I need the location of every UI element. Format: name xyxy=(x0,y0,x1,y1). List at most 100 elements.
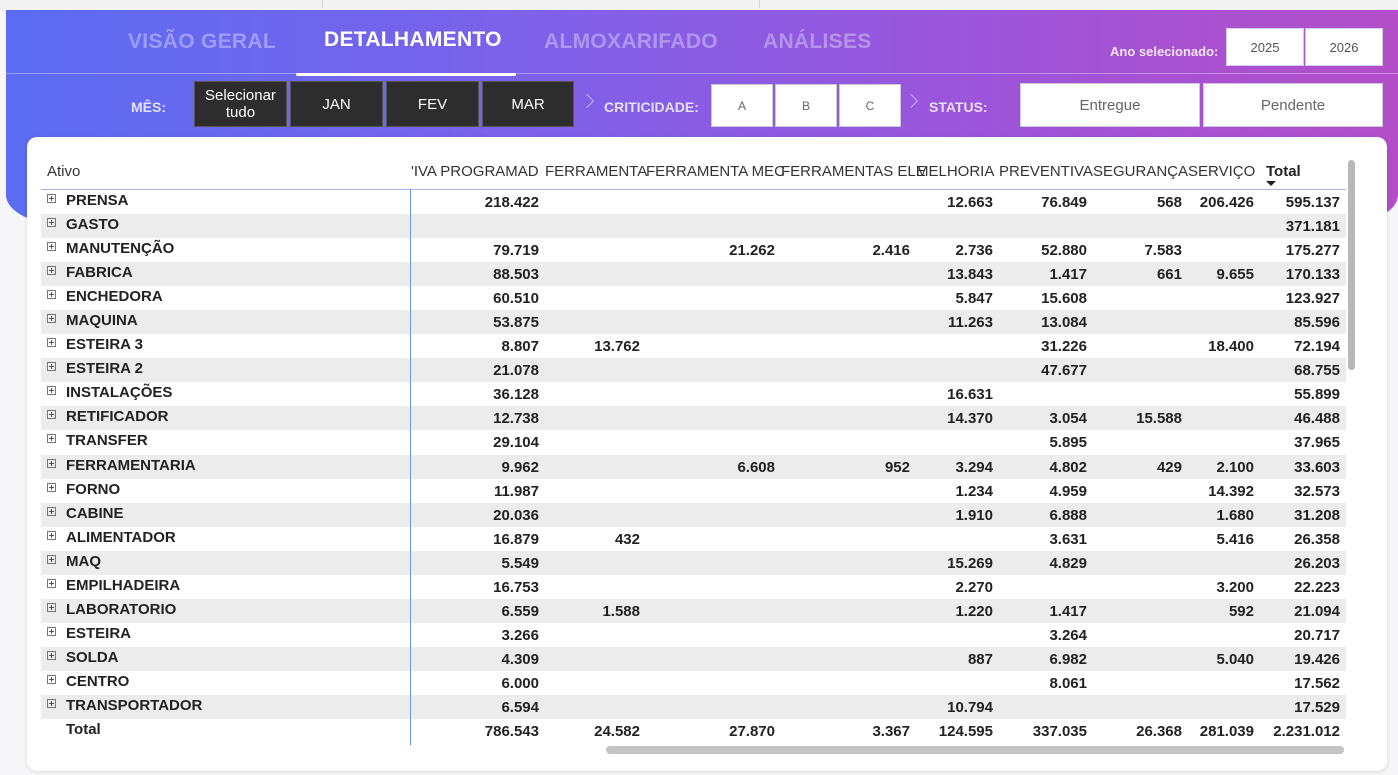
expand-plus-icon[interactable] xyxy=(47,194,56,203)
total-row[interactable]: Total 786.543 24.582 27.870 3.367 124.595 337.… xyxy=(41,719,1346,745)
row-label: MAQUINA xyxy=(66,312,138,330)
table-row[interactable]: RETIFICADOR 12.738 14.370 3.054 15.588 46.488 xyxy=(41,406,1346,431)
criticidade-b-button[interactable]: B xyxy=(775,84,837,127)
year-button-2025[interactable]: 2025 xyxy=(1226,28,1304,66)
table-row[interactable]: ESTEIRA 2 21.078 47.677 68.755 xyxy=(41,358,1346,383)
expand-plus-icon[interactable] xyxy=(47,266,56,276)
divider xyxy=(759,0,760,8)
table-row[interactable]: EMPILHADEIRA 16.753 2.270 3.200 22.223 xyxy=(41,575,1346,599)
expand-plus-icon[interactable] xyxy=(47,242,56,252)
table-row[interactable]: TRANSPORTADOR 6.594 10.794 17.529 xyxy=(41,694,1346,720)
month-select-all-button[interactable]: Selecionar tudo xyxy=(194,81,287,127)
table-row[interactable]: FERRAMENTARIA 9.962 6.608 952 3.294 4.802 429 2… xyxy=(41,454,1346,479)
horizontal-scrollbar[interactable] xyxy=(606,746,1344,754)
row-label: ALIMENTADOR xyxy=(66,528,176,546)
expand-plus-icon[interactable] xyxy=(47,578,56,588)
header-divider xyxy=(6,73,1398,74)
table-row[interactable]: PRENSA 218.422 12.663 76.849 568 206.426 595.1… xyxy=(41,190,1346,214)
table-cell: 27.870 xyxy=(729,723,775,741)
expand-plus-icon[interactable] xyxy=(47,506,56,516)
tab-detalhamento[interactable]: DETALHAMENTO xyxy=(324,28,502,52)
criticidade-c-button[interactable]: C xyxy=(839,84,901,127)
expand-plus-icon[interactable] xyxy=(47,674,56,684)
table-row[interactable]: MAQUINA 53.875 11.263 13.084 85.596 xyxy=(41,310,1346,335)
expand-plus-icon[interactable] xyxy=(47,626,56,636)
mes-label: MÊS: xyxy=(131,99,166,115)
table-cell: 88.503 xyxy=(493,266,539,284)
expand-plus-icon[interactable] xyxy=(47,314,56,324)
table-cell: 952 xyxy=(884,458,910,476)
column-header-programada[interactable]: 'IVA PROGRAMADA xyxy=(411,163,539,180)
column-header-total[interactable]: Total xyxy=(1266,163,1301,180)
table-row[interactable]: CABINE 20.036 1.910 6.888 1.680 31.208 xyxy=(41,502,1346,527)
row-label: LABORATORIO xyxy=(66,600,177,618)
table-row[interactable]: INSTALAÇÕES 36.128 16.631 55.899 xyxy=(41,382,1346,406)
expand-plus-icon[interactable] xyxy=(47,530,56,540)
table-cell: 123.927 xyxy=(1285,290,1340,308)
table-row[interactable]: CENTRO 6.000 8.061 17.562 xyxy=(41,671,1346,695)
tab-almoxarifado[interactable]: ALMOXARIFADO xyxy=(544,30,718,54)
month-mar-button[interactable]: MAR xyxy=(482,81,574,127)
status-pendente-button[interactable]: Pendente xyxy=(1203,83,1383,127)
table-cell: 13.843 xyxy=(947,266,993,284)
expand-plus-icon[interactable] xyxy=(47,362,56,372)
expand-plus-icon[interactable] xyxy=(47,218,56,228)
expand-plus-icon[interactable] xyxy=(47,434,56,444)
table-row[interactable]: GASTO 371.181 xyxy=(41,214,1346,239)
expand-plus-icon[interactable] xyxy=(47,650,56,660)
expand-plus-icon[interactable] xyxy=(47,386,56,396)
expand-plus-icon[interactable] xyxy=(47,410,56,420)
expand-plus-icon[interactable] xyxy=(47,698,56,708)
table-cell: 17.562 xyxy=(1294,674,1340,692)
table-cell: 5.416 xyxy=(1216,530,1254,548)
expand-plus-icon[interactable] xyxy=(47,458,56,468)
tab-visao-geral[interactable]: VISÃO GERAL xyxy=(128,30,276,54)
table-cell: 52.880 xyxy=(1041,242,1087,260)
expand-plus-icon[interactable] xyxy=(47,554,56,564)
table-row[interactable]: MANUTENÇÃO 79.719 21.262 2.416 2.736 52.880 7.… xyxy=(41,238,1346,262)
expand-plus-icon[interactable] xyxy=(47,482,56,492)
table-cell: 8.061 xyxy=(1049,674,1087,692)
vertical-scrollbar[interactable] xyxy=(1348,160,1355,370)
table-cell: 7.583 xyxy=(1144,242,1182,260)
table-cell: 432 xyxy=(614,530,640,548)
row-label: CENTRO xyxy=(66,672,130,690)
expand-plus-icon[interactable] xyxy=(47,602,56,612)
column-header-melhoria[interactable]: MELHORIA xyxy=(916,163,994,180)
tab-analises[interactable]: ANÁLISES xyxy=(763,30,872,54)
row-label: MAQ xyxy=(66,552,101,570)
column-header-servico[interactable]: SERVIÇO xyxy=(1188,163,1255,180)
table-cell: 13.084 xyxy=(1041,314,1087,332)
column-header-ferramenta-mec[interactable]: FERRAMENTA MEC xyxy=(646,163,785,180)
column-header-ferramentas-ele[interactable]: FERRAMENTAS ELE xyxy=(781,163,926,180)
table-cell: 8.807 xyxy=(501,338,539,356)
column-header-ferramenta[interactable]: FERRAMENTA xyxy=(545,163,647,180)
year-button-2026[interactable]: 2026 xyxy=(1305,28,1383,66)
table-row[interactable]: ENCHEDORA 60.510 5.847 15.608 123.927 xyxy=(41,286,1346,310)
table-row[interactable]: MAQ 5.549 15.269 4.829 26.203 xyxy=(41,550,1346,575)
table-row[interactable]: FABRICA 88.503 13.843 1.417 661 9.655 170.133 xyxy=(41,262,1346,287)
table-cell: 2.416 xyxy=(872,242,910,260)
table-row[interactable]: LABORATORIO 6.559 1.588 1.220 1.417 592 21.094 xyxy=(41,598,1346,623)
row-label: ESTEIRA xyxy=(66,624,132,642)
table-row[interactable]: ESTEIRA 3.266 3.264 20.717 xyxy=(41,623,1346,647)
table-row[interactable]: SOLDA 4.309 887 6.982 5.040 19.426 xyxy=(41,646,1346,671)
table-row[interactable]: TRANSFER 29.104 5.895 37.965 xyxy=(41,430,1346,454)
table-cell: 32.573 xyxy=(1294,482,1340,500)
table-cell: 11.987 xyxy=(493,482,539,500)
table-cell: 68.755 xyxy=(1294,362,1340,380)
expand-plus-icon[interactable] xyxy=(47,290,56,300)
table-cell: 5.549 xyxy=(501,554,539,572)
table-cell: 16.753 xyxy=(493,578,539,596)
column-header-seguranca[interactable]: SEGURANÇA xyxy=(1093,163,1188,180)
month-fev-button[interactable]: FEV xyxy=(386,81,479,127)
column-header-ativo[interactable]: Ativo xyxy=(47,163,80,180)
column-header-preventiva[interactable]: PREVENTIVA xyxy=(999,163,1093,180)
criticidade-a-button[interactable]: A xyxy=(711,84,773,127)
table-row[interactable]: FORNO 11.987 1.234 4.959 14.392 32.573 xyxy=(41,479,1346,503)
status-entregue-button[interactable]: Entregue xyxy=(1020,83,1200,127)
expand-plus-icon[interactable] xyxy=(47,338,56,348)
table-row[interactable]: ESTEIRA 3 8.807 13.762 31.226 18.400 72.194 xyxy=(41,334,1346,358)
table-row[interactable]: ALIMENTADOR 16.879 432 3.631 5.416 26.358 xyxy=(41,527,1346,551)
month-jan-button[interactable]: JAN xyxy=(290,81,383,127)
